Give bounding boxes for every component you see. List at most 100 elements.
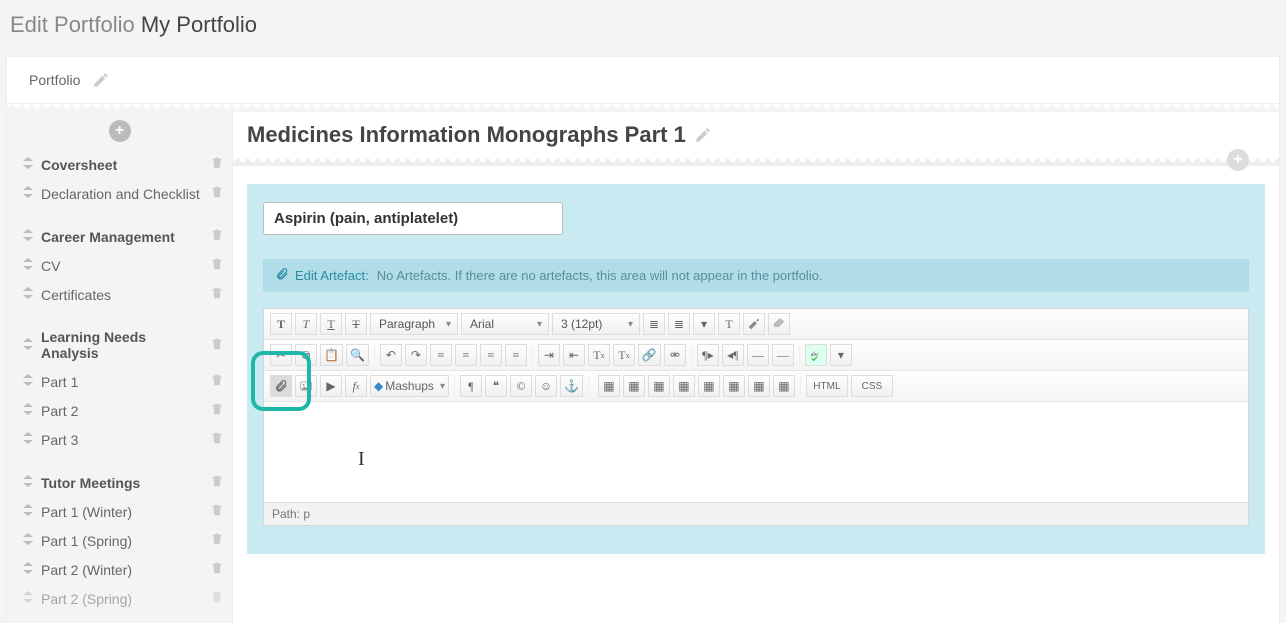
ltr-button[interactable]: ¶▸ (697, 344, 719, 366)
sidebar-item-tm-p2-winter[interactable]: Part 2 (Winter) (7, 555, 232, 584)
find-button[interactable]: 🔍 (346, 344, 369, 366)
trash-icon[interactable] (210, 431, 224, 448)
editor-textarea[interactable]: I (264, 402, 1248, 502)
edit-artefact-link[interactable]: Edit Artefact: (295, 268, 369, 283)
html-view-button[interactable]: HTML (806, 375, 848, 397)
trash-icon[interactable] (210, 590, 224, 607)
paperclip-icon (275, 267, 289, 284)
unlink-button[interactable]: ⚮ (664, 344, 686, 366)
sidebar: + Coversheet Declaration and Checklist (7, 112, 232, 623)
trash-icon[interactable] (210, 156, 224, 173)
insert-formula-button[interactable]: fx (345, 375, 367, 397)
underline-button[interactable]: T (320, 313, 342, 335)
sidebar-item-tutor-meetings[interactable]: Tutor Meetings (7, 468, 232, 497)
align-right-button[interactable]: ≡ (480, 344, 502, 366)
trash-icon[interactable] (210, 561, 224, 578)
sidebar-item-lna-part3[interactable]: Part 3 (7, 425, 232, 454)
artifact-title-input[interactable] (263, 202, 563, 235)
link-button[interactable]: 🔗 (638, 344, 661, 366)
table-cell-button[interactable]: ▦ (673, 375, 695, 397)
align-center-button[interactable]: ≡ (455, 344, 477, 366)
strike-button[interactable]: T (345, 313, 367, 335)
tab-bar: Portfolio (7, 57, 1279, 104)
emoji-button[interactable]: ☺ (535, 375, 557, 397)
insert-media-button[interactable]: ▶ (320, 375, 342, 397)
trash-icon[interactable] (210, 503, 224, 520)
rtl-button[interactable]: ◂¶ (722, 344, 744, 366)
highlight-button[interactable] (743, 313, 765, 335)
anchor-button[interactable]: ⚓ (560, 375, 583, 397)
undo-button[interactable]: ↶ (380, 344, 402, 366)
outdent-button[interactable]: ⇤ (563, 344, 585, 366)
sidebar-item-career-management[interactable]: Career Management (7, 222, 232, 251)
number-list-button[interactable]: ≣ (668, 313, 690, 335)
align-left-button[interactable]: ≡ (430, 344, 452, 366)
sidebar-item-tm-p1-spring[interactable]: Part 1 (Spring) (7, 526, 232, 555)
sidebar-item-lna-part1[interactable]: Part 1 (7, 367, 232, 396)
attach-file-button[interactable] (270, 375, 292, 397)
table-row-button[interactable]: ▦ (623, 375, 645, 397)
subscript-button[interactable]: Tx (613, 344, 635, 366)
copy-button[interactable]: ⧉ (295, 344, 317, 366)
trash-icon[interactable] (210, 532, 224, 549)
add-section-button[interactable]: + (7, 120, 232, 142)
sidebar-item-certificates[interactable]: Certificates (7, 280, 232, 309)
insert-image-button[interactable] (295, 375, 317, 397)
sidebar-item-declaration[interactable]: Declaration and Checklist (7, 179, 232, 208)
sidebar-item-cv[interactable]: CV (7, 251, 232, 280)
size-select[interactable]: 3 (12pt)▾ (552, 313, 640, 335)
sidebar-item-tm-p2-spring[interactable]: Part 2 (Spring) (7, 584, 232, 613)
add-content-button[interactable]: + (1227, 149, 1249, 171)
bold-button[interactable]: T (270, 313, 292, 335)
italic-button[interactable]: T (295, 313, 317, 335)
table-merge-button[interactable]: ▦ (698, 375, 720, 397)
sidebar-item-lna-part2[interactable]: Part 2 (7, 396, 232, 425)
trash-icon[interactable] (210, 337, 224, 354)
dropdown-icon[interactable]: ▾ (830, 344, 852, 366)
table-delete-button[interactable]: ▦ (748, 375, 770, 397)
sidebar-item-learning-needs[interactable]: Learning Needs Analysis (7, 323, 232, 367)
redo-button[interactable]: ↷ (405, 344, 427, 366)
trash-icon[interactable] (210, 286, 224, 303)
trash-icon[interactable] (210, 228, 224, 245)
sidebar-item-coversheet[interactable]: Coversheet (7, 150, 232, 179)
superscript-button[interactable]: Tx (588, 344, 610, 366)
divider-zigzag (7, 104, 1279, 112)
dropdown-icon[interactable]: ▾ (693, 313, 715, 335)
font-select[interactable]: Arial▾ (461, 313, 549, 335)
trash-icon[interactable] (210, 402, 224, 419)
table-split-button[interactable]: ▦ (723, 375, 745, 397)
pencil-icon[interactable] (694, 126, 712, 144)
artifact-panel: Edit Artefact: No Artefacts. If there ar… (247, 184, 1265, 554)
tab-portfolio[interactable]: Portfolio (29, 72, 80, 88)
cut-button[interactable]: ✂ (270, 344, 292, 366)
drag-handle-icon[interactable] (23, 157, 33, 172)
table-col-button[interactable]: ▦ (648, 375, 670, 397)
hr-button[interactable]: — (747, 344, 769, 366)
paragraph-select[interactable]: Paragraph▾ (370, 313, 458, 335)
pencil-icon[interactable] (92, 71, 110, 89)
editor-toolbar-row1: T T T T Paragraph▾ Arial▾ 3 (12pt)▾ ≣ ≣ … (264, 309, 1248, 340)
indent-button[interactable]: ⇥ (538, 344, 560, 366)
nbsp-button[interactable]: ― (772, 344, 794, 366)
copyright-button[interactable]: © (510, 375, 532, 397)
drag-handle-icon[interactable] (23, 186, 33, 201)
sidebar-item-tm-p1-winter[interactable]: Part 1 (Winter) (7, 497, 232, 526)
align-justify-button[interactable]: ≡ (505, 344, 527, 366)
spellcheck-button[interactable]: abc (805, 344, 827, 366)
paste-button[interactable]: 📋 (320, 344, 343, 366)
show-blocks-button[interactable]: ¶ (460, 375, 482, 397)
trash-icon[interactable] (210, 257, 224, 274)
text-color-button[interactable]: T (718, 313, 740, 335)
clear-format-button[interactable] (768, 313, 790, 335)
blockquote-button[interactable]: ❝ (485, 375, 507, 397)
bullet-list-button[interactable]: ≣ (643, 313, 665, 335)
content-area: Medicines Information Monographs Part 1 … (232, 112, 1279, 623)
table-props-button[interactable]: ▦ (773, 375, 795, 397)
trash-icon[interactable] (210, 185, 224, 202)
trash-icon[interactable] (210, 474, 224, 491)
css-view-button[interactable]: CSS (851, 375, 893, 397)
insert-table-button[interactable]: ▦ (598, 375, 620, 397)
mashups-button[interactable]: ◆Mashups▾ (370, 375, 449, 397)
trash-icon[interactable] (210, 373, 224, 390)
